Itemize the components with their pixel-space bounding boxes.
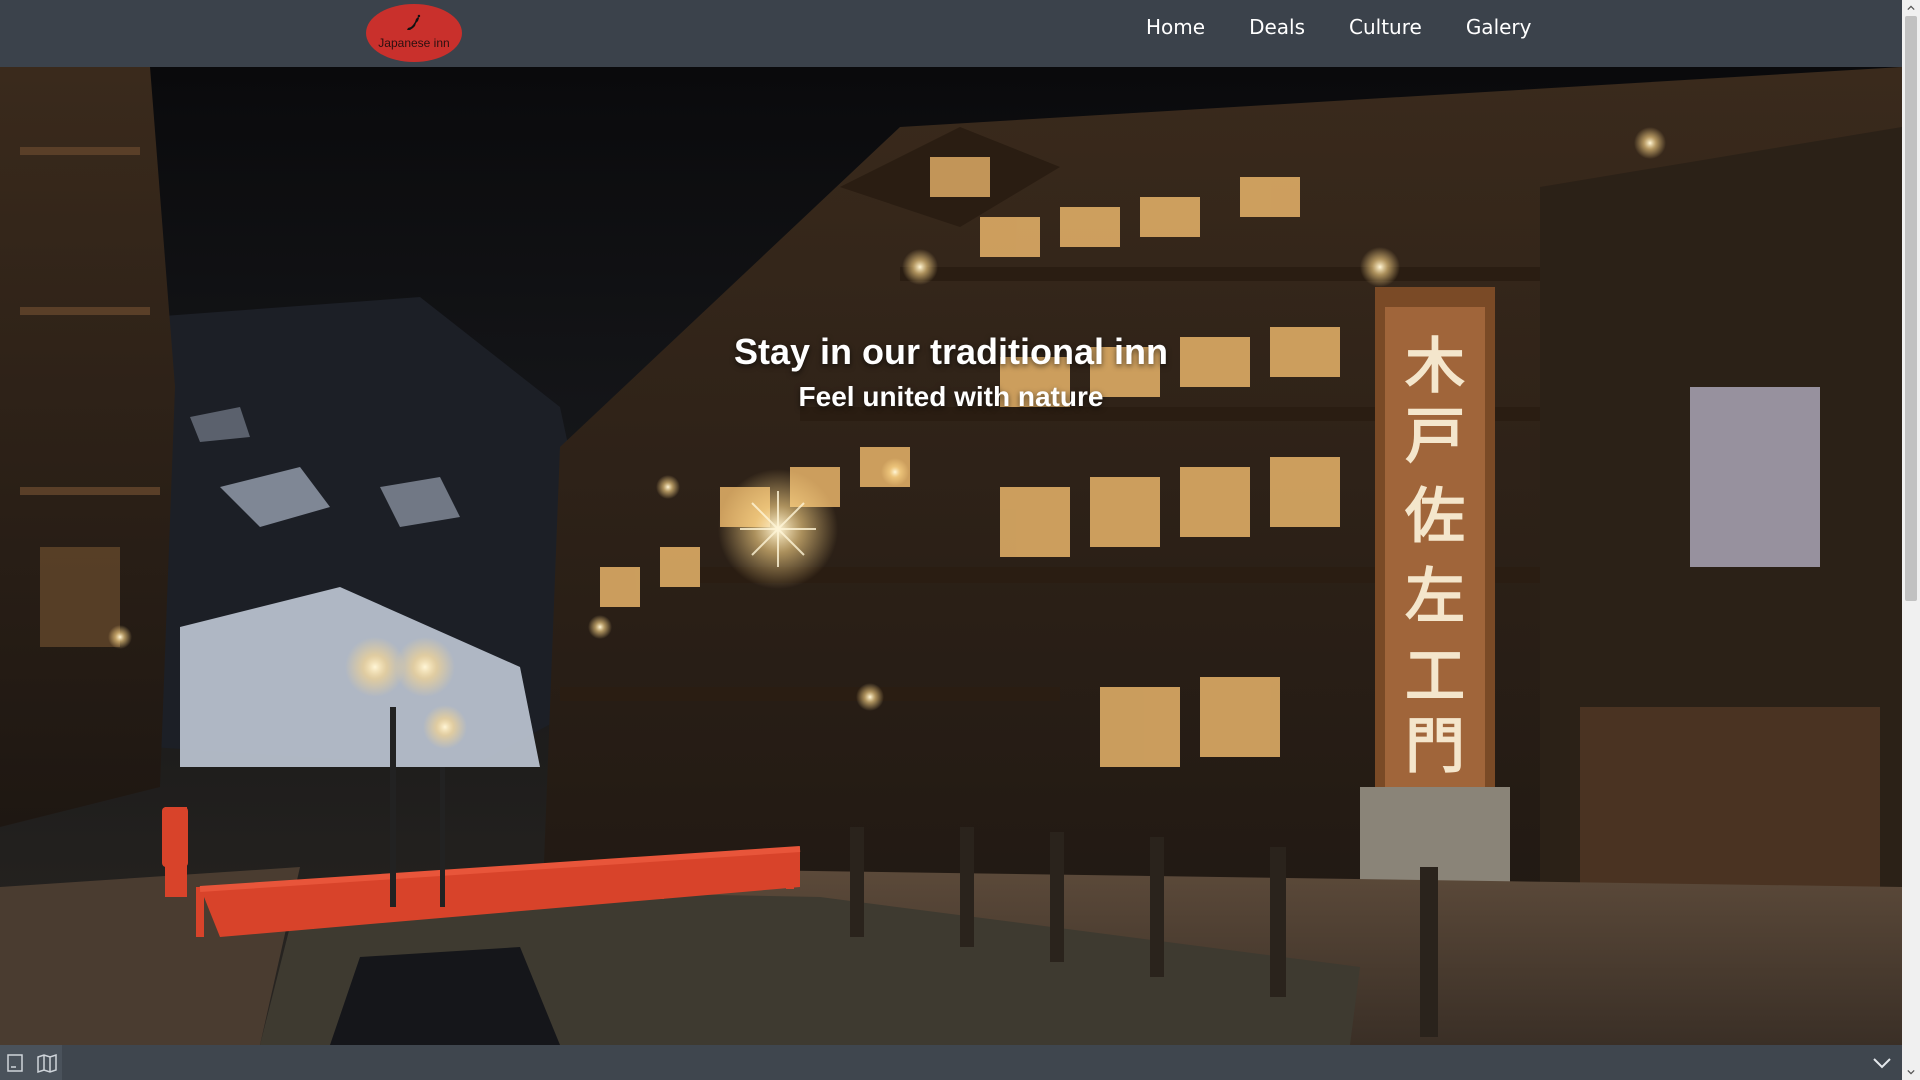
- svg-text:佐: 佐: [1404, 482, 1465, 552]
- logo-text: Japanese inn: [378, 35, 450, 50]
- bottom-toolbar: [0, 1045, 1902, 1080]
- nav-deals[interactable]: Deals: [1249, 15, 1305, 39]
- main-nav: Home Deals Culture Galery: [1146, 0, 1576, 54]
- svg-text:門: 門: [1405, 712, 1465, 782]
- japan-map-icon: [407, 14, 421, 30]
- svg-text:左: 左: [1405, 562, 1465, 632]
- scroll-up-icon[interactable]: [1902, 0, 1920, 16]
- logo[interactable]: Japanese inn: [366, 4, 462, 62]
- scroll-down-icon[interactable]: [1902, 1064, 1920, 1080]
- hero-title: Stay in our traditional inn: [733, 331, 1169, 372]
- hero-subtitle: Feel united with nature: [798, 381, 1104, 412]
- svg-text:工: 工: [1405, 642, 1465, 712]
- nav-galery[interactable]: Galery: [1466, 15, 1532, 39]
- nav-home[interactable]: Home: [1146, 15, 1205, 39]
- hero-section: 木 戸 佐 左 工 門 Stay in our traditional inn …: [0, 67, 1902, 1045]
- top-navbar: Japanese inn Home Deals Culture Galery: [0, 0, 1902, 67]
- page-icon[interactable]: [2, 1050, 28, 1076]
- page: Japanese inn Home Deals Culture Galery 木…: [0, 0, 1920, 1080]
- vertical-scrollbar[interactable]: [1902, 0, 1920, 1080]
- hero-background-image: 木 戸 佐 左 工 門: [0, 67, 1902, 1045]
- scroll-thumb[interactable]: [1905, 16, 1917, 601]
- map-icon[interactable]: [34, 1050, 60, 1076]
- chevron-down-icon[interactable]: [1868, 1049, 1896, 1077]
- nav-culture[interactable]: Culture: [1349, 15, 1422, 39]
